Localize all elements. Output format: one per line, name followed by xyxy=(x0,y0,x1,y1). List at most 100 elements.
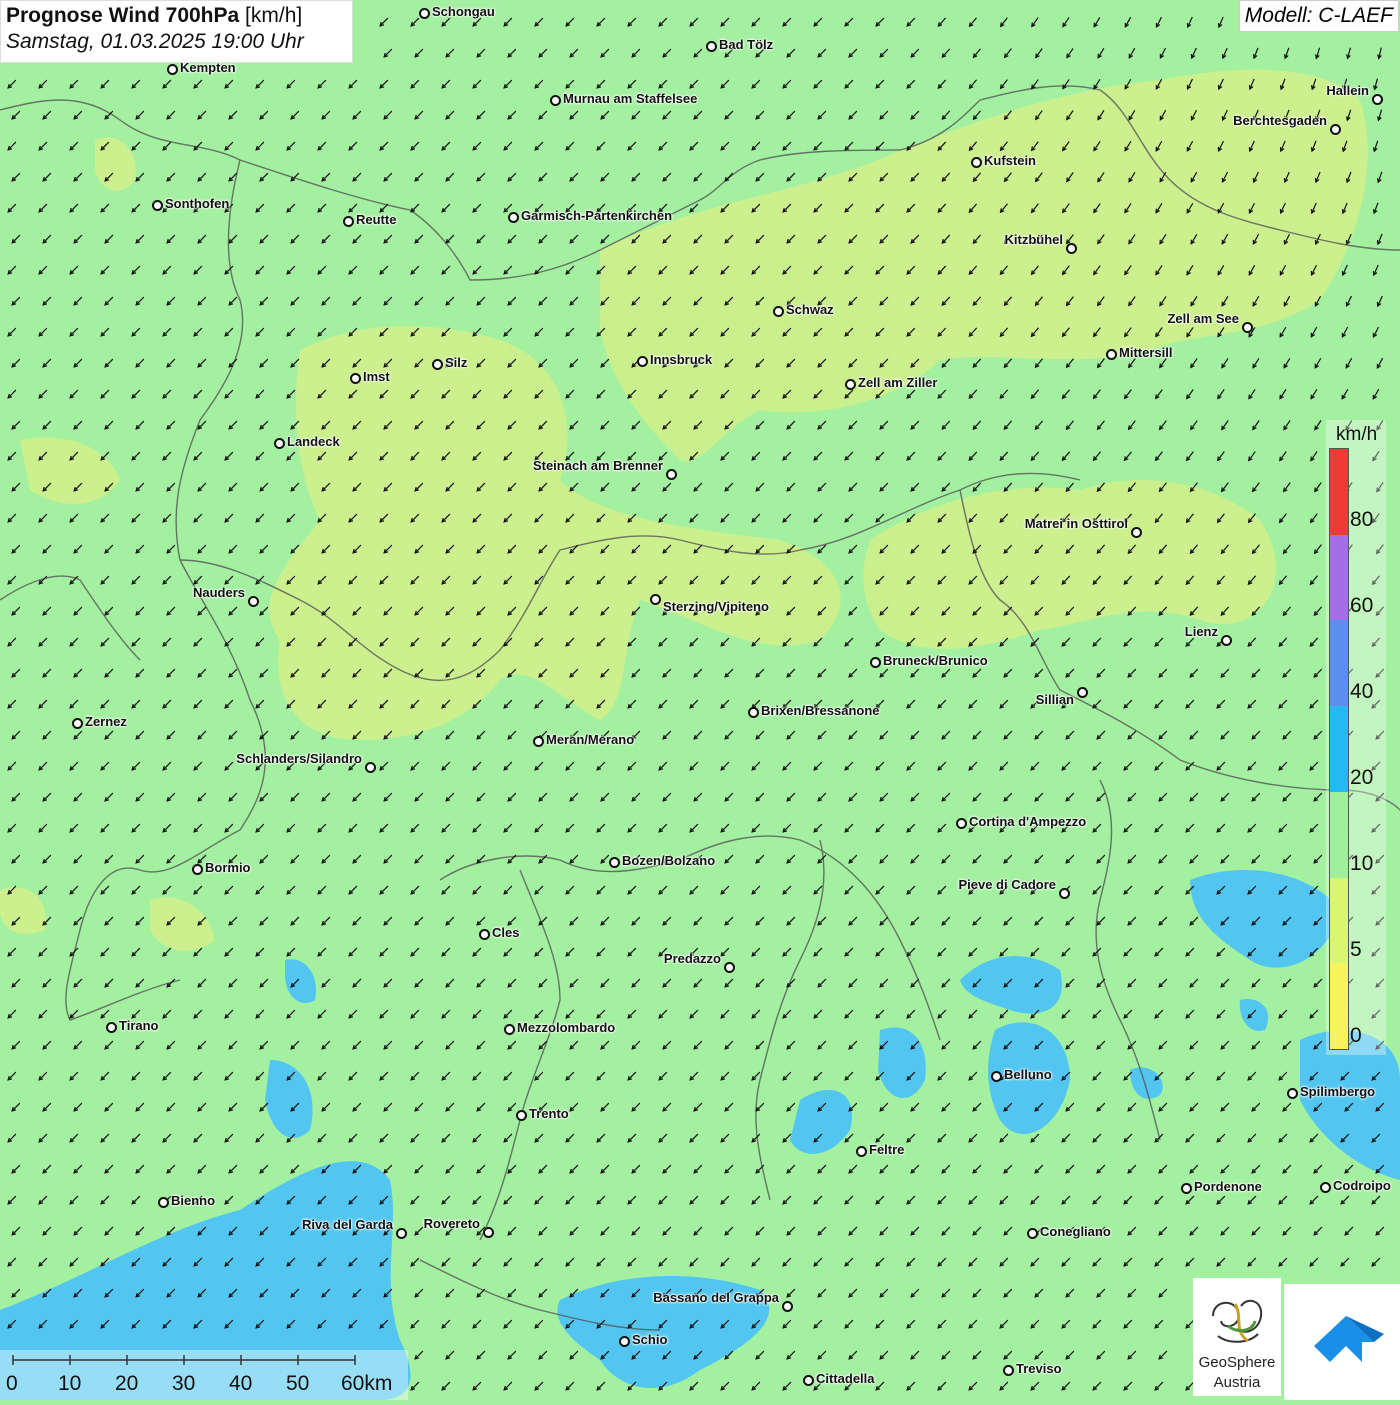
geosphere-logo[interactable]: GeoSphere Austria xyxy=(1193,1278,1281,1396)
city-label: Meran/Merano xyxy=(546,732,635,747)
city-label: Codroipo xyxy=(1333,1178,1391,1193)
city-label: Silz xyxy=(445,355,468,370)
geosphere-swirl-icon xyxy=(1212,1299,1263,1343)
city-marker xyxy=(956,818,967,829)
city-label: Bormio xyxy=(205,860,251,875)
city-label: Tirano xyxy=(119,1018,159,1033)
legend-tick-label: 80 xyxy=(1350,508,1374,531)
city-marker xyxy=(724,962,735,973)
scale-label-50: 50 xyxy=(286,1372,310,1395)
city-marker xyxy=(1131,527,1142,538)
city-marker xyxy=(550,95,561,106)
title-box: Prognose Wind 700hPa [km/h] Samstag, 01.… xyxy=(0,0,353,63)
city-label: Kufstein xyxy=(984,153,1036,168)
city-marker xyxy=(619,1336,630,1347)
city-marker xyxy=(650,594,661,605)
city-label: Bozen/Bolzano xyxy=(622,853,716,868)
legend-color-segment xyxy=(1330,877,1348,964)
scale-label-10: 10 xyxy=(58,1372,82,1395)
city-marker xyxy=(856,1146,867,1157)
city-marker xyxy=(516,1110,527,1121)
city-marker xyxy=(343,216,354,227)
city-marker xyxy=(396,1228,407,1239)
city-label: Mezzolombardo xyxy=(517,1020,616,1035)
legend-color-segment xyxy=(1330,620,1348,707)
city-label: Riva del Garda xyxy=(301,1217,393,1232)
city-label: Innsbruck xyxy=(650,352,713,367)
city-marker xyxy=(274,438,285,449)
city-label: Steinach am Brenner xyxy=(532,458,663,473)
city-label: Treviso xyxy=(1016,1361,1062,1376)
city-label: Schio xyxy=(632,1332,668,1347)
city-marker xyxy=(1027,1228,1038,1239)
city-label: Zernez xyxy=(85,714,127,729)
scale-label-20: 20 xyxy=(115,1372,139,1395)
city-marker xyxy=(432,359,443,370)
city-label: Berchtesgaden xyxy=(1233,113,1327,128)
city-marker xyxy=(803,1375,814,1386)
city-label: Lienz xyxy=(1184,624,1218,639)
legend-tick-label: 40 xyxy=(1350,680,1374,703)
city-label: Conegliano xyxy=(1040,1224,1111,1239)
city-marker xyxy=(609,857,620,868)
city-marker xyxy=(870,657,881,668)
city-label: Trento xyxy=(529,1106,569,1121)
scale-label-30: 30 xyxy=(172,1372,196,1395)
city-marker xyxy=(637,356,648,367)
city-label: Belluno xyxy=(1004,1067,1052,1082)
city-marker xyxy=(479,929,490,940)
city-label: Predazzo xyxy=(663,951,721,966)
city-marker xyxy=(504,1024,515,1035)
city-label: Matrei in Osttirol xyxy=(1024,516,1128,531)
city-marker xyxy=(1287,1088,1298,1099)
city-marker xyxy=(1003,1365,1014,1376)
city-label: Imst xyxy=(363,369,390,384)
geosphere-name: GeoSphere xyxy=(1198,1354,1276,1371)
city-marker xyxy=(106,1022,117,1033)
legend-color-segment xyxy=(1330,706,1348,792)
city-marker xyxy=(1320,1182,1331,1193)
city-marker xyxy=(971,157,982,168)
city-label: Reutte xyxy=(356,212,397,227)
city-marker xyxy=(845,379,856,390)
legend-tick-label: 5 xyxy=(1350,938,1362,961)
city-marker xyxy=(1330,124,1341,135)
city-marker xyxy=(72,718,83,729)
city-label: Kitzbühel xyxy=(1004,232,1064,247)
city-label: Hallein xyxy=(1326,83,1369,98)
legend-tick-label: 10 xyxy=(1350,852,1374,875)
scale-label-40: 40 xyxy=(229,1372,253,1395)
city-label: Schwaz xyxy=(786,302,834,317)
city-label: Kempten xyxy=(180,60,236,75)
city-label: Sillian xyxy=(1035,692,1074,707)
legend-color-segment xyxy=(1330,534,1348,621)
scale-label-60km: 60km xyxy=(341,1372,393,1395)
legend-tick-label: 60 xyxy=(1350,594,1374,617)
city-marker xyxy=(1066,243,1077,254)
city-label: Spilimbergo xyxy=(1300,1084,1376,1099)
city-label: Feltre xyxy=(869,1142,905,1157)
city-label: Landeck xyxy=(287,434,340,449)
city-marker xyxy=(1221,635,1232,646)
city-label: Mittersill xyxy=(1119,345,1173,360)
city-marker xyxy=(365,762,376,773)
city-marker xyxy=(666,469,677,480)
city-marker xyxy=(1372,94,1383,105)
legend-tick-label: 0 xyxy=(1350,1024,1362,1047)
brand-logo[interactable] xyxy=(1284,1284,1400,1400)
city-label: Cles xyxy=(492,925,520,940)
legend-color-segment xyxy=(1330,449,1348,535)
legend-color-segment xyxy=(1330,963,1348,1049)
city-marker xyxy=(991,1071,1002,1082)
city-marker xyxy=(152,200,163,211)
forecast-datetime: Samstag, 01.03.2025 19:00 Uhr xyxy=(6,30,304,53)
city-marker xyxy=(508,212,519,223)
city-label: Zell am See xyxy=(1167,311,1239,326)
city-label: Schlanders/Silandro xyxy=(236,751,362,766)
city-marker xyxy=(782,1301,793,1312)
model-label: Modell: C-LAEF xyxy=(1238,0,1399,32)
legend-unit: km/h xyxy=(1336,424,1378,445)
city-label: Bad Tölz xyxy=(719,37,774,52)
city-marker xyxy=(483,1227,494,1238)
city-label: Nauders xyxy=(192,585,245,600)
